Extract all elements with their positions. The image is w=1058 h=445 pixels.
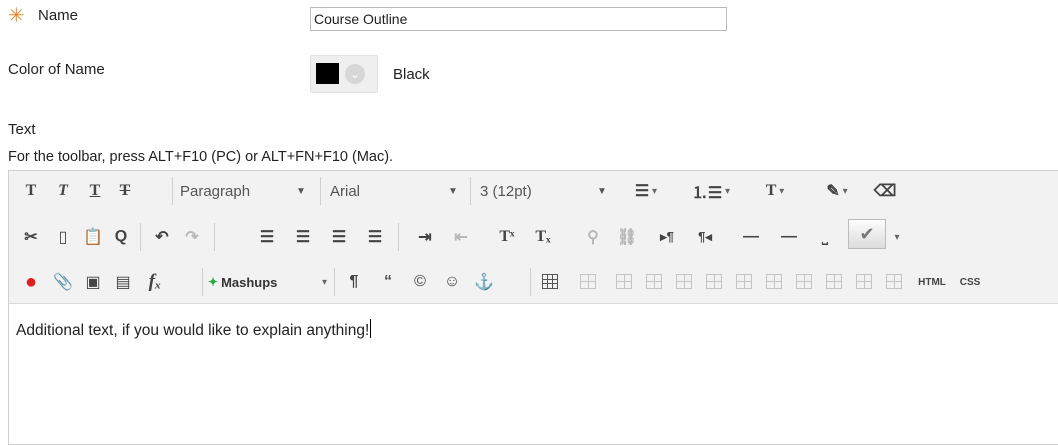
youtube-icon[interactable]: ● (18, 267, 44, 297)
color-of-name-label: Color of Name (8, 61, 105, 78)
insert-column-before-icon[interactable] (736, 274, 752, 289)
emoticon-icon[interactable]: ☺ (440, 267, 464, 297)
undo-icon[interactable]: ↶ (148, 222, 176, 252)
align-left-icon[interactable]: ☰ (254, 222, 280, 252)
dropdown-arrow-icon: ▼ (597, 185, 607, 197)
math-formula-icon[interactable]: fₓ (140, 267, 170, 297)
numbered-list-button[interactable]: ⒈☰ ▾ (684, 176, 738, 206)
spellcheck-button[interactable]: ✔ (848, 219, 886, 249)
color-name-value: Black (393, 66, 430, 83)
rtl-icon[interactable]: ¶◂ (692, 222, 718, 252)
insert-row-before-icon[interactable] (646, 274, 662, 289)
mashups-label: Mashups (221, 274, 278, 290)
color-swatch (316, 63, 339, 84)
outdent-icon[interactable]: ⇤ (448, 222, 474, 252)
anchor-icon[interactable]: ⚓ (472, 267, 496, 297)
html-source-button[interactable]: HTML (912, 267, 952, 297)
size-select-value: 3 (12pt) (480, 182, 532, 200)
justify-icon[interactable]: ☰ (362, 222, 388, 252)
insert-media-icon[interactable]: ▤ (110, 267, 136, 297)
toolbar-help-text: For the toolbar, press ALT+F10 (PC) or A… (8, 149, 394, 165)
blockquote-icon[interactable]: “ (376, 267, 400, 297)
merge-cells-icon[interactable] (856, 274, 872, 289)
highlight-color-button[interactable]: ✎ ▾ (812, 176, 862, 206)
text-color-button[interactable]: T ▾ (752, 176, 798, 206)
editor-text: Additional text, if you would like to ex… (16, 322, 370, 339)
eraser-icon[interactable]: ⌫ (870, 176, 900, 206)
font-size-select[interactable]: 3 (12pt) ▼ (480, 176, 610, 206)
mashups-menu[interactable]: ✦ Mashups ▾ (208, 267, 340, 297)
spellcheck-dropdown-icon[interactable]: ▾ (890, 222, 904, 252)
copyright-icon[interactable]: © (408, 267, 432, 297)
color-picker-button[interactable]: ⌄ (310, 55, 378, 93)
css-button[interactable]: CSS (952, 267, 988, 297)
strikethrough-button[interactable]: T (112, 176, 138, 206)
editor-content[interactable]: Additional text, if you would like to ex… (16, 319, 372, 340)
italic-button[interactable]: T (50, 176, 76, 206)
dropdown-arrow-icon: ▼ (448, 185, 458, 197)
insert-row-after-icon[interactable] (676, 274, 692, 289)
dropdown-arrow-icon: ▼ (296, 185, 306, 197)
ltr-icon[interactable]: ▸¶ (654, 222, 680, 252)
align-center-icon[interactable]: ☰ (290, 222, 316, 252)
paragraph-format-select[interactable]: Paragraph ▼ (180, 176, 312, 206)
dropdown-arrow-icon: ▾ (322, 276, 328, 288)
text-caret (370, 319, 372, 338)
subscript-icon[interactable]: Tₓ (530, 222, 556, 252)
thick-rule-icon[interactable]: — (774, 222, 804, 252)
font-select-value: Arial (330, 182, 361, 200)
paragraph-mark-icon[interactable]: ¶ (342, 267, 366, 297)
nonbreaking-space-icon[interactable]: ⎵ (812, 222, 838, 252)
spellcheck-icon: ✔ (859, 223, 875, 244)
name-label: Name (38, 7, 79, 24)
required-asterisk-icon: ✳ (8, 5, 25, 27)
name-input[interactable] (310, 7, 727, 31)
table-props-icon[interactable] (886, 274, 902, 289)
delete-row-icon[interactable] (706, 274, 722, 289)
table-cell-props-icon[interactable] (616, 274, 632, 289)
split-cells-icon[interactable] (826, 274, 842, 289)
horizontal-rule-icon[interactable]: — (736, 222, 766, 252)
align-right-icon[interactable]: ☰ (326, 222, 352, 252)
insert-column-after-icon[interactable] (766, 274, 782, 289)
find-icon[interactable]: Q (108, 222, 134, 252)
html-label: HTML (918, 276, 946, 288)
indent-icon[interactable]: ⇥ (412, 222, 438, 252)
cut-icon[interactable]: ✂ (18, 222, 44, 252)
underline-button[interactable]: T (82, 176, 108, 206)
bold-button[interactable]: T (18, 176, 44, 206)
font-family-select[interactable]: Arial ▼ (330, 176, 468, 206)
table-row-props-icon[interactable] (580, 274, 596, 289)
insert-image-icon[interactable]: ▣ (80, 267, 106, 297)
attachment-icon[interactable]: 📎 (50, 267, 76, 297)
unlink-icon[interactable]: ⛓ (614, 222, 640, 252)
copy-icon[interactable]: ▯ (50, 222, 76, 252)
superscript-icon[interactable]: Tˣ (494, 222, 520, 252)
link-icon[interactable]: ⚲ (580, 222, 606, 252)
css-label: CSS (959, 276, 981, 288)
insert-table-icon[interactable] (542, 274, 558, 289)
redo-icon[interactable]: ↷ (178, 222, 206, 252)
delete-column-icon[interactable] (796, 274, 812, 289)
paste-icon[interactable]: 📋 (80, 222, 106, 252)
mashups-icon: ✦ (208, 275, 219, 289)
text-label: Text (8, 121, 36, 138)
bullet-list-button[interactable]: ☰ ▾ (623, 176, 669, 206)
paragraph-select-value: Paragraph (180, 182, 251, 200)
chevron-down-icon: ⌄ (345, 64, 365, 84)
